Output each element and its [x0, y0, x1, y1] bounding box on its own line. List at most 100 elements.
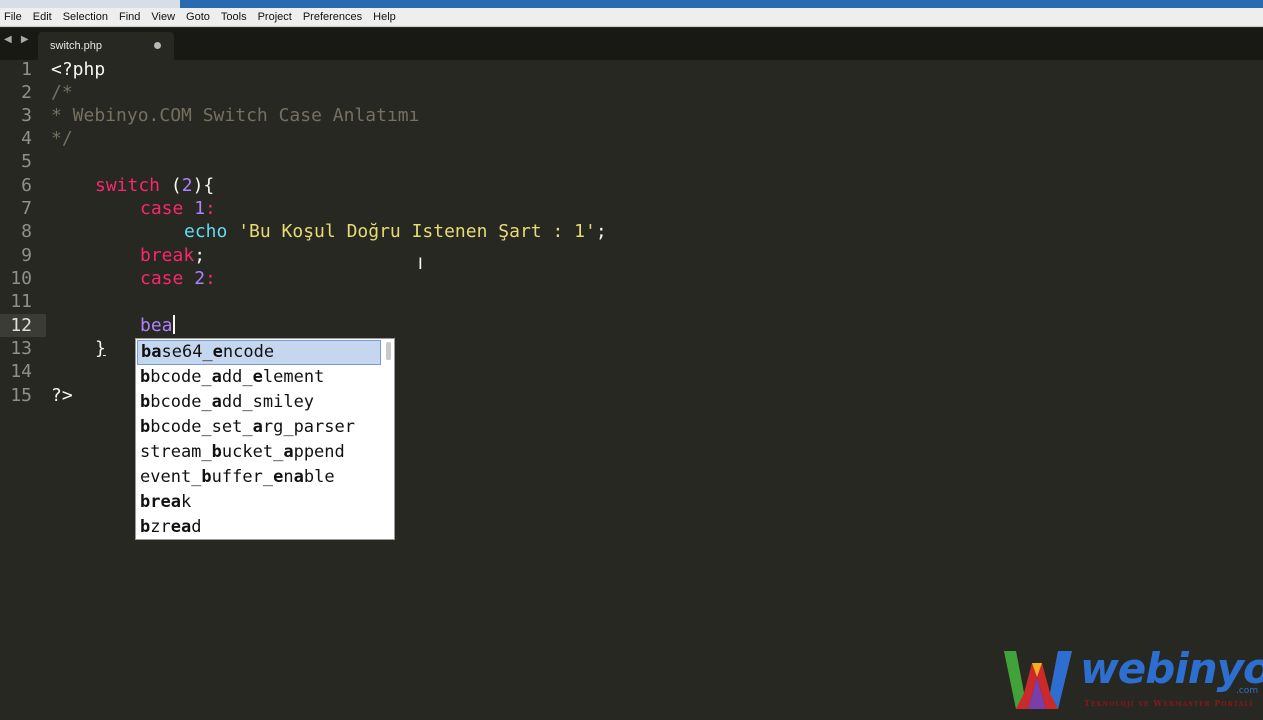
number-2: 2: [181, 175, 193, 196]
keyword-case: case: [140, 268, 184, 289]
line-number: 3: [21, 105, 32, 126]
rest-part: bcode_set_: [150, 417, 253, 437]
rest-part: dd_: [221, 367, 253, 387]
code-line-4: */: [51, 128, 73, 149]
autocomplete-popup[interactable]: base64_encode bbcode_add_element bbcode_…: [135, 338, 395, 540]
match-part: e: [212, 342, 223, 362]
match-part: b: [140, 392, 151, 412]
match-part: a: [293, 467, 304, 487]
paren-close-brace: ){: [192, 175, 215, 196]
unsaved-dot-icon[interactable]: [154, 42, 161, 49]
tab-label: switch.php: [50, 40, 102, 52]
match-part: b: [201, 467, 212, 487]
rest-part: lement: [262, 367, 325, 387]
closing-brace: }: [95, 338, 106, 359]
line-number: 7: [21, 198, 32, 219]
webinyo-logo: webinyo .com Teknoloji ve Webmaster Port…: [1000, 640, 1263, 720]
semicolon: ;: [194, 245, 206, 266]
line-number: 15: [10, 385, 32, 406]
match-part: e: [273, 467, 284, 487]
line-number: 1: [21, 59, 32, 80]
tab-nav-arrows-icon[interactable]: ◀ ▶: [4, 34, 32, 45]
rest-part: rg_parser: [262, 417, 355, 437]
line-number: 8: [21, 221, 32, 242]
rest-part: uffer_: [211, 467, 274, 487]
rest-part: n: [283, 467, 294, 487]
menu-goto[interactable]: Goto: [186, 8, 210, 27]
autocomplete-item[interactable]: bbcode_add_element: [137, 365, 381, 390]
line-number: 4: [21, 128, 32, 149]
menu-edit[interactable]: Edit: [33, 8, 52, 27]
code-line-1: <?php: [51, 59, 106, 80]
rest-part: se64_: [161, 342, 213, 362]
line-number: 2: [21, 82, 32, 103]
match-part: a: [252, 417, 263, 437]
line-number: 6: [21, 175, 32, 196]
match-part: ba: [141, 342, 162, 362]
string-literal: 'Bu Koşul Doğru Istenen Şart : 1': [227, 221, 596, 242]
match-part: b: [211, 442, 222, 462]
menu-find[interactable]: Find: [119, 8, 140, 27]
tab-switch-php[interactable]: switch.php: [38, 32, 174, 60]
number-2: 2: [183, 268, 206, 289]
number-1: 1: [183, 198, 206, 219]
code-line-7: case 1:: [140, 197, 216, 220]
text-caret: [172, 315, 175, 334]
line-number: 10: [10, 268, 32, 289]
autocomplete-item[interactable]: event_buffer_enable: [137, 465, 381, 490]
code-line-10: case 2:: [140, 267, 216, 290]
rest-part: zr: [150, 517, 171, 537]
logo-tagline: Teknoloji ve Webmaster Portalı: [1084, 698, 1254, 708]
rest-part: stream_: [140, 442, 212, 462]
code-line-12: bea: [140, 314, 175, 337]
paren-open: (: [160, 175, 182, 196]
rest-part: event_: [140, 467, 202, 487]
code-line-13: }: [95, 337, 106, 360]
colon: :: [205, 198, 216, 219]
menu-bar: File Edit Selection Find View Goto Tools…: [0, 8, 1263, 27]
menu-tools[interactable]: Tools: [221, 8, 247, 27]
keyword-break: break: [140, 245, 195, 266]
line-number: 13: [10, 338, 32, 359]
rest-part: ncode: [222, 342, 275, 362]
autocomplete-item[interactable]: bbcode_add_smiley: [137, 390, 381, 415]
autocomplete-item-selected[interactable]: base64_encode: [137, 340, 381, 365]
autocomplete-item[interactable]: stream_bucket_append: [137, 440, 381, 465]
keyword-case: case: [140, 198, 184, 219]
menu-file[interactable]: File: [4, 8, 22, 27]
code-line-6: switch (2){: [95, 174, 214, 197]
code-line-2: /*: [51, 82, 73, 103]
rest-part: d: [191, 517, 202, 537]
keyword-switch: switch: [95, 175, 161, 196]
match-part: b: [140, 417, 151, 437]
autocomplete-item[interactable]: bzread: [137, 515, 381, 540]
rest-part: dd_smiley: [221, 392, 315, 412]
tab-bar: ◀ ▶ switch.php: [0, 28, 1263, 60]
menu-help[interactable]: Help: [373, 8, 396, 27]
autocomplete-item[interactable]: break: [137, 490, 381, 515]
match-part: b: [140, 367, 151, 387]
code-line-3: * Webinyo.COM Switch Case Anlatımı: [51, 105, 420, 126]
match-part: a: [211, 392, 222, 412]
line-number: 14: [10, 361, 32, 382]
match-part: e: [252, 367, 263, 387]
menu-project[interactable]: Project: [258, 8, 292, 27]
line-number: 11: [10, 291, 32, 312]
autocomplete-scrollbar[interactable]: [386, 342, 391, 360]
rest-part: k: [180, 492, 192, 512]
autocomplete-item[interactable]: bbcode_set_arg_parser: [137, 415, 381, 440]
code-line-9: break;: [140, 244, 205, 267]
semicolon: ;: [595, 221, 607, 242]
match-part: b: [140, 517, 151, 537]
menu-view[interactable]: View: [151, 8, 175, 27]
match-part: ea: [170, 517, 192, 537]
ibeam-cursor-icon: I: [418, 254, 423, 273]
match-part: a: [211, 367, 222, 387]
line-number: 9: [21, 245, 32, 266]
menu-preferences[interactable]: Preferences: [303, 8, 362, 27]
rest-part: bcode_: [150, 367, 212, 387]
line-number: 5: [21, 151, 32, 172]
logo-dotcom: .com: [1236, 686, 1259, 696]
menu-selection[interactable]: Selection: [63, 8, 108, 27]
line-number-current: 12: [10, 315, 32, 336]
